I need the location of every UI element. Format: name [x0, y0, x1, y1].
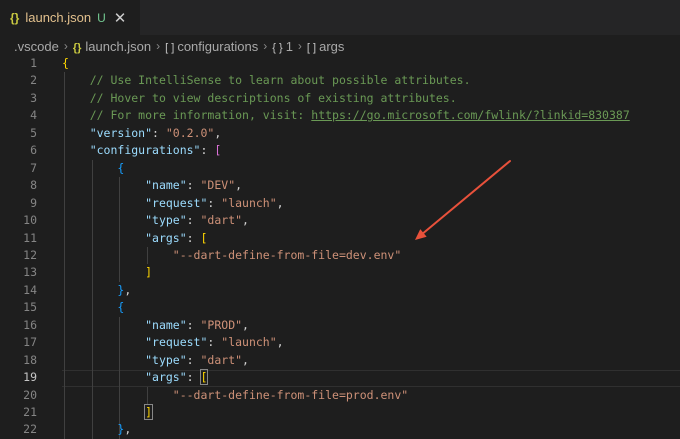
chevron-right-icon: › [297, 39, 302, 53]
breadcrumb-item-3[interactable]: { } 1 [272, 39, 293, 54]
untracked-status-badge: U [97, 10, 106, 25]
code-editor[interactable]: 1{2 // Use IntelliSense to learn about p… [0, 55, 680, 439]
chevron-right-icon: › [156, 39, 161, 53]
array-icon: [ ] [306, 41, 317, 54]
breadcrumb-item-2[interactable]: [ ] configurations [165, 39, 258, 54]
breadcrumb-item-0[interactable]: .vscode [14, 39, 59, 54]
json-braces-icon: {} [10, 10, 20, 25]
breadcrumb-item-4[interactable]: [ ] args [307, 39, 344, 54]
object-icon: { } [272, 41, 283, 54]
array-icon: [ ] [165, 41, 175, 54]
breadcrumb-label: args [319, 38, 345, 54]
tab-bar: {} launch.json U ✕ [0, 0, 680, 35]
breadcrumb-item-1[interactable]: {} launch.json [73, 39, 151, 54]
json-braces-icon: {} [72, 41, 82, 54]
breadcrumb: .vscode ›{} launch.json ›[ ] configurations ›… [0, 35, 680, 57]
close-icon[interactable]: ✕ [114, 9, 127, 27]
chevron-right-icon: › [63, 39, 68, 53]
breadcrumb-label: .vscode [14, 38, 59, 54]
breadcrumb-label: 1 [285, 38, 293, 54]
breadcrumb-label: launch.json [85, 38, 152, 54]
chevron-right-icon: › [263, 39, 268, 53]
breadcrumb-label: configurations [177, 38, 259, 54]
tab-launch-json[interactable]: {} launch.json U ✕ [0, 0, 140, 35]
annotation-arrow-shaft [420, 160, 511, 236]
annotation-arrow [415, 160, 511, 240]
tab-filename: launch.json [25, 10, 92, 25]
